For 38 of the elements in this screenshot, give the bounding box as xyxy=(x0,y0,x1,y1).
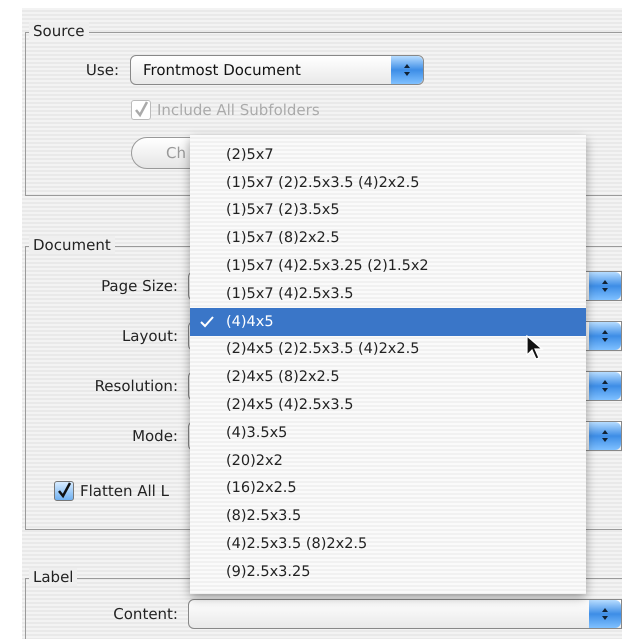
menu-item[interactable]: (4)4x5 xyxy=(190,308,586,336)
menu-item[interactable]: (16)2x2.5 xyxy=(190,474,586,502)
stepper-icon xyxy=(589,372,621,400)
stepper-icon xyxy=(589,322,621,350)
menu-item[interactable]: (1)5x7 (2)2.5x3.5 (4)2x2.5 xyxy=(190,168,586,197)
checkmark-icon xyxy=(200,316,214,328)
menu-item[interactable]: (8)2.5x3.5 xyxy=(190,502,586,530)
menu-item[interactable]: (20)2x2 xyxy=(190,446,586,475)
menu-item[interactable]: (4)2.5x3.5 (8)2x2.5 xyxy=(190,530,586,558)
group-title: Source xyxy=(29,22,89,40)
field-label: Mode: xyxy=(131,427,178,445)
mouse-pointer-icon xyxy=(526,335,544,361)
field-label: Layout: xyxy=(120,327,178,345)
field-label: Page Size: xyxy=(100,277,178,295)
menu-item[interactable]: (1)5x7 (2)3.5x5 xyxy=(190,196,586,224)
field-label: Resolution: xyxy=(94,377,178,395)
stepper-icon xyxy=(589,422,621,450)
menu-item[interactable]: (4)3.5x5 xyxy=(190,418,586,447)
menu-item[interactable]: (2)4x5 (4)2.5x3.5 xyxy=(190,391,586,419)
checkbox-label: Include All Subfolders xyxy=(157,101,320,119)
menu-item[interactable]: (1)5x7 (4)2.5x3.5 xyxy=(190,280,586,308)
stepper-icon xyxy=(589,600,621,628)
checkbox-label: Flatten All L xyxy=(80,482,169,500)
menu-item[interactable]: (2)4x5 (2)2.5x3.5 (4)2x2.5 xyxy=(190,336,586,364)
stepper-icon xyxy=(589,272,621,300)
menu-item[interactable]: (9)2.5x3.25 xyxy=(190,558,586,586)
field-label: Use: xyxy=(84,61,119,79)
menu-item[interactable]: (1)5x7 (8)2x2.5 xyxy=(190,224,586,252)
stepper-icon xyxy=(391,56,423,84)
group-title: Label xyxy=(29,568,78,586)
field-label: Content: xyxy=(112,605,178,623)
menu-item[interactable]: (1)5x7 (4)2.5x3.25 (2)1.5x2 xyxy=(190,252,586,280)
group-title: Document xyxy=(29,236,115,254)
menu-item[interactable]: (2)4x5 (8)2x2.5 xyxy=(190,363,586,392)
menu-item[interactable]: (2)5x7 xyxy=(190,141,586,169)
popup-field[interactable] xyxy=(188,599,622,629)
checkbox[interactable] xyxy=(54,481,74,501)
source-popup[interactable]: Frontmost Document xyxy=(130,55,424,85)
